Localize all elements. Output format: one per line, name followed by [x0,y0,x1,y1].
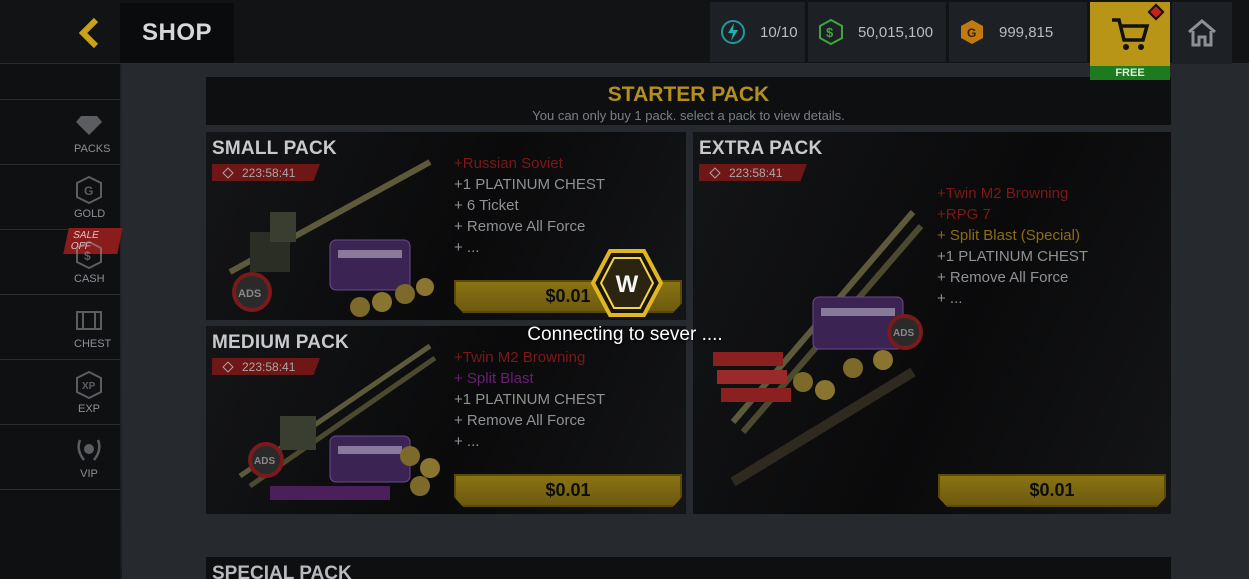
shop-screen: STARTER PACK You can only buy 1 pack. se… [0,0,1249,579]
pack-title: EXTRA PACK [699,138,823,159]
svg-text:$: $ [826,25,834,40]
list-item: + Remove All Force [937,269,1069,286]
list-item: +Twin M2 Browning [454,349,586,366]
loading-spinner-logo: W [590,249,664,317]
cart-button[interactable] [1090,2,1170,66]
home-button[interactable] [1172,2,1232,64]
svg-text:G: G [967,26,976,40]
pack-timer: 223:58:41 [212,358,320,375]
pack-timer: 223:58:41 [699,164,807,181]
list-item: + ... [937,290,963,307]
vip-laurel-icon [74,435,104,465]
sidebar-item-exp[interactable]: XP EXP [0,360,120,425]
list-item: +Twin M2 Browning [937,185,1069,202]
tag-icon [222,166,234,179]
pack-timer: 223:58:41 [212,164,320,181]
free-tag: FREE [1090,66,1170,80]
cash-counter: $ 50,015,100 [808,2,946,62]
pack-title: MEDIUM PACK [212,332,349,353]
gold-counter: G 999,815 [949,2,1087,62]
svg-text:$: $ [84,249,91,263]
svg-text:ADS: ADS [893,328,914,339]
tag-icon [709,166,721,179]
sidebar-item-packs[interactable]: PACKS [0,100,120,165]
extra-pack-card[interactable]: ADS EXTRA PACK 223:58:41 +Twin M2 Browni… [693,132,1171,514]
chevron-left-icon [78,18,99,48]
medium-pack-price-button[interactable]: $0.01 [454,474,682,507]
svg-text:ADS: ADS [238,288,261,300]
extra-pack-price-button[interactable]: $0.01 [938,474,1166,507]
cash-coin-icon: $ [74,240,104,270]
starter-pack-header: STARTER PACK You can only buy 1 pack. se… [206,77,1171,125]
gold-coin-icon: G [957,17,987,47]
gold-coin-icon: G [74,175,104,205]
list-item: + Remove All Force [454,412,586,429]
svg-text:XP: XP [82,381,96,392]
energy-counter: 10/10 [710,2,805,62]
starter-pack-title: STARTER PACK [607,83,770,106]
back-button[interactable] [60,8,118,58]
svg-text:ADS: ADS [254,456,275,467]
list-item: +RPG 7 [937,206,991,223]
diamond-icon [74,110,104,140]
special-pack-section: SPECIAL PACK [206,557,1171,579]
sidebar-item-gold[interactable]: G GOLD [0,165,120,230]
connecting-message: Connecting to sever .... [527,324,723,345]
sidebar: PACKS G GOLD SALE OFF $ CASH CHEST XP EX… [0,64,123,579]
extra-pack-artwork: ADS [713,210,924,487]
list-item: +1 PLATINUM CHEST [454,391,606,408]
cart-icon [1112,18,1150,50]
pack-items-list: +Twin M2 Browning +RPG 7 + Split Blast (… [937,183,1088,309]
list-item: + 6 Ticket [454,197,519,214]
medium-pack-card[interactable]: ADS MEDIUM PACK 223:58:41 +Twin M2 Brown… [206,326,686,514]
home-icon [1188,19,1216,47]
chest-icon [74,305,104,335]
top-bar: SHOP 10/10 $ 50,015,100 G 999,815 [0,0,1249,66]
sidebar-item-vip[interactable]: VIP [0,425,120,490]
list-item: +Russian Soviet [454,155,563,172]
list-item: + ... [454,239,480,256]
cash-coin-icon: $ [816,17,846,47]
logo-letter: W [616,271,639,298]
list-item: + ... [454,433,480,450]
pack-title: SMALL PACK [212,138,337,159]
energy-icon [718,17,748,47]
starter-pack-subtitle: You can only buy 1 pack. select a pack t… [532,108,845,123]
pack-items-list: +Russian Soviet +1 PLATINUM CHEST + 6 Ti… [454,153,605,258]
list-item: + Remove All Force [454,218,586,235]
tag-icon [222,360,234,373]
sidebar-item-cash[interactable]: SALE OFF $ CASH [0,228,123,295]
list-item: + Split Blast (Special) [937,227,1080,244]
list-item: +1 PLATINUM CHEST [937,248,1089,265]
list-item: +1 PLATINUM CHEST [454,176,606,193]
list-item: + Split Blast [454,370,534,387]
sidebar-item-chest[interactable]: CHEST [0,295,120,360]
special-pack-title: SPECIAL PACK [212,563,352,579]
page-title: SHOP [120,3,234,63]
notification-dot [1147,3,1165,21]
pack-items-list: +Twin M2 Browning + Split Blast +1 PLATI… [454,347,605,452]
svg-text:G: G [84,184,93,198]
xp-icon: XP [74,370,104,400]
